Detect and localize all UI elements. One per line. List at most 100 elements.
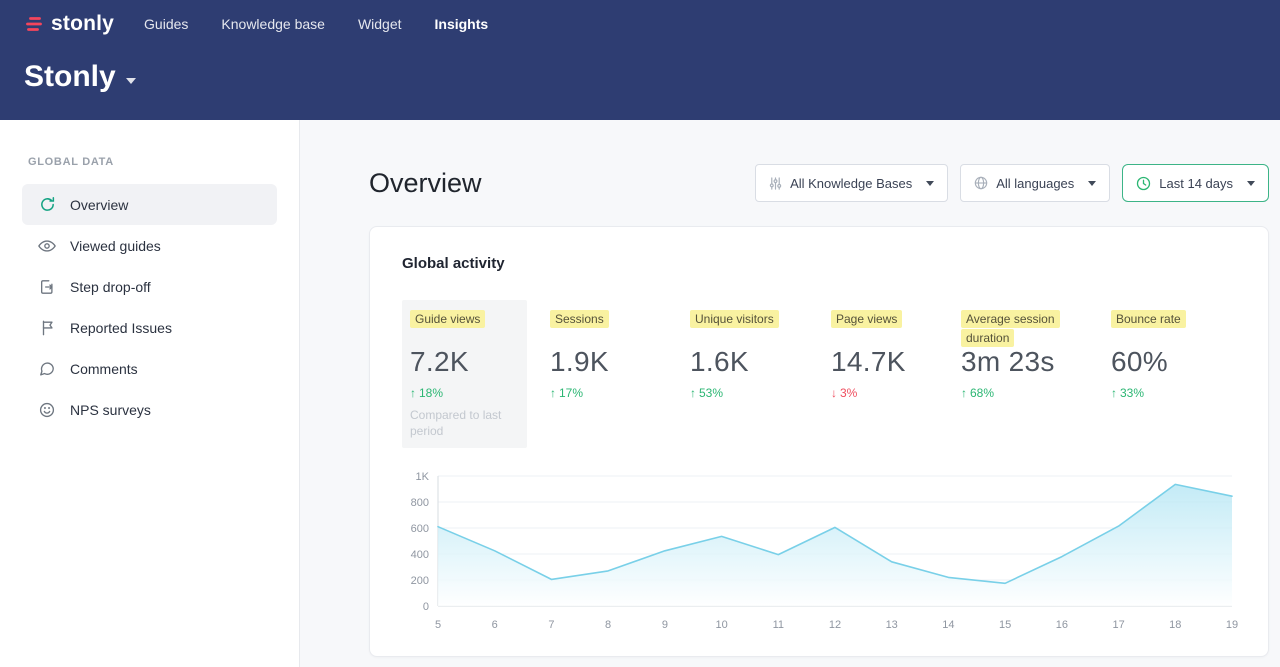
svg-text:15: 15 [999, 619, 1011, 631]
metric-label: Page views [831, 310, 902, 328]
nav-item-guides[interactable]: Guides [144, 16, 188, 32]
chart-canvas: 02004006008001K5678910111213141516171819 [402, 464, 1238, 636]
metric-change: ↑33% [1111, 386, 1226, 400]
sidebar-item-nps-surveys[interactable]: NPS surveys [22, 389, 277, 430]
primary-nav: Guides Knowledge base Widget Insights [144, 16, 488, 32]
workspace-title: Stonly [24, 60, 116, 94]
global-activity-card: Global activity Guide views 7.2K ↑18% Co… [369, 226, 1269, 657]
sliders-icon [769, 177, 782, 190]
svg-text:13: 13 [886, 619, 898, 631]
smiley-icon [38, 401, 56, 419]
metric-sessions[interactable]: Sessions 1.9K ↑17% [542, 300, 682, 408]
metric-guide-views[interactable]: Guide views 7.2K ↑18% Compared to last p… [402, 300, 527, 448]
knowledge-base-filter[interactable]: All Knowledge Bases [755, 164, 948, 202]
eye-icon [38, 237, 56, 255]
svg-text:19: 19 [1226, 619, 1238, 631]
chevron-down-icon [126, 78, 136, 84]
nav-item-widget[interactable]: Widget [358, 16, 402, 32]
metric-change: ↑53% [690, 386, 813, 400]
svg-text:16: 16 [1056, 619, 1068, 631]
globe-icon [974, 176, 988, 190]
svg-text:9: 9 [662, 619, 668, 631]
trend-up-icon: ↑ [961, 386, 967, 400]
svg-text:0: 0 [423, 601, 429, 613]
trend-up-icon: ↑ [690, 386, 696, 400]
sidebar-section-label: GLOBAL DATA [0, 156, 299, 168]
sidebar-item-step-drop-off[interactable]: Step drop-off [22, 266, 277, 307]
sidebar-item-reported-issues[interactable]: Reported Issues [22, 307, 277, 348]
top-navbar: stonly Guides Knowledge base Widget Insi… [0, 0, 1280, 120]
svg-text:18: 18 [1169, 619, 1181, 631]
metric-value: 7.2K [410, 346, 517, 378]
svg-text:7: 7 [548, 619, 554, 631]
nav-item-insights[interactable]: Insights [435, 16, 489, 32]
trend-down-icon: ↓ [831, 386, 837, 400]
metric-value: 3m 23s [961, 346, 1093, 378]
metric-label: Sessions [550, 310, 609, 328]
filter-label: All Knowledge Bases [790, 176, 912, 191]
svg-text:5: 5 [435, 619, 441, 631]
date-range-filter[interactable]: Last 14 days [1122, 164, 1269, 202]
metric-label: Average session duration [961, 310, 1060, 347]
document-arrow-icon [38, 278, 56, 296]
metric-bounce-rate[interactable]: Bounce rate 60% ↑33% [1103, 300, 1236, 408]
sidebar-item-label: Reported Issues [70, 320, 172, 336]
sidebar-item-comments[interactable]: Comments [22, 348, 277, 389]
sidebar-item-overview[interactable]: Overview [22, 184, 277, 225]
activity-area-chart: 02004006008001K5678910111213141516171819 [402, 464, 1236, 641]
logo-text: stonly [51, 12, 114, 36]
svg-text:6: 6 [492, 619, 498, 631]
trend-up-icon: ↑ [410, 386, 416, 400]
filter-label: Last 14 days [1159, 176, 1233, 191]
card-title: Global activity [402, 255, 1236, 272]
page-title: Overview [369, 168, 482, 199]
svg-text:8: 8 [605, 619, 611, 631]
stonly-logo[interactable]: stonly [24, 12, 114, 36]
metric-value: 1.6K [690, 346, 813, 378]
sidebar-item-label: Step drop-off [70, 279, 151, 295]
svg-text:400: 400 [411, 549, 429, 561]
sidebar-item-label: Overview [70, 197, 128, 213]
chevron-down-icon [1247, 181, 1255, 186]
filter-label: All languages [996, 176, 1074, 191]
trend-up-icon: ↑ [550, 386, 556, 400]
workspace-selector[interactable]: Stonly [24, 60, 1256, 94]
metric-change: ↓3% [831, 386, 943, 400]
metric-unique-visitors[interactable]: Unique visitors 1.6K ↑53% [682, 300, 823, 408]
metric-note: Compared to last period [410, 407, 516, 439]
svg-text:12: 12 [829, 619, 841, 631]
metric-page-views[interactable]: Page views 14.7K ↓3% [823, 300, 953, 408]
chevron-down-icon [926, 181, 934, 186]
metric-avg-session-duration[interactable]: Average session duration 3m 23s ↑68% [953, 300, 1103, 408]
sidebar-item-label: Viewed guides [70, 238, 161, 254]
language-filter[interactable]: All languages [960, 164, 1110, 202]
chevron-down-icon [1088, 181, 1096, 186]
metric-change: ↑68% [961, 386, 1093, 400]
metric-label: Bounce rate [1111, 310, 1186, 328]
svg-text:10: 10 [715, 619, 727, 631]
comment-icon [38, 360, 56, 378]
sidebar-item-label: NPS surveys [70, 402, 151, 418]
sidebar-item-viewed-guides[interactable]: Viewed guides [22, 225, 277, 266]
metric-label: Guide views [410, 310, 485, 328]
nav-item-knowledge-base[interactable]: Knowledge base [221, 16, 325, 32]
metric-value: 60% [1111, 346, 1226, 378]
sidebar-item-label: Comments [70, 361, 138, 377]
main-content: Overview All Knowledge Bases [300, 120, 1280, 667]
metric-change: ↑18% [410, 386, 517, 400]
sidebar: GLOBAL DATA Overview Viewed guides [0, 120, 300, 667]
nav-row: stonly Guides Knowledge base Widget Insi… [24, 0, 1256, 48]
stonly-logo-icon [24, 14, 44, 34]
svg-text:200: 200 [411, 575, 429, 587]
svg-text:800: 800 [411, 497, 429, 509]
svg-text:11: 11 [773, 619, 784, 631]
metric-label: Unique visitors [690, 310, 779, 328]
trend-up-icon: ↑ [1111, 386, 1117, 400]
svg-text:17: 17 [1112, 619, 1124, 631]
svg-text:14: 14 [942, 619, 954, 631]
metric-change: ↑17% [550, 386, 672, 400]
refresh-icon [38, 196, 56, 214]
svg-text:1K: 1K [416, 471, 430, 483]
filter-bar: All Knowledge Bases All languages [755, 164, 1269, 202]
metrics-row: Guide views 7.2K ↑18% Compared to last p… [402, 300, 1236, 448]
